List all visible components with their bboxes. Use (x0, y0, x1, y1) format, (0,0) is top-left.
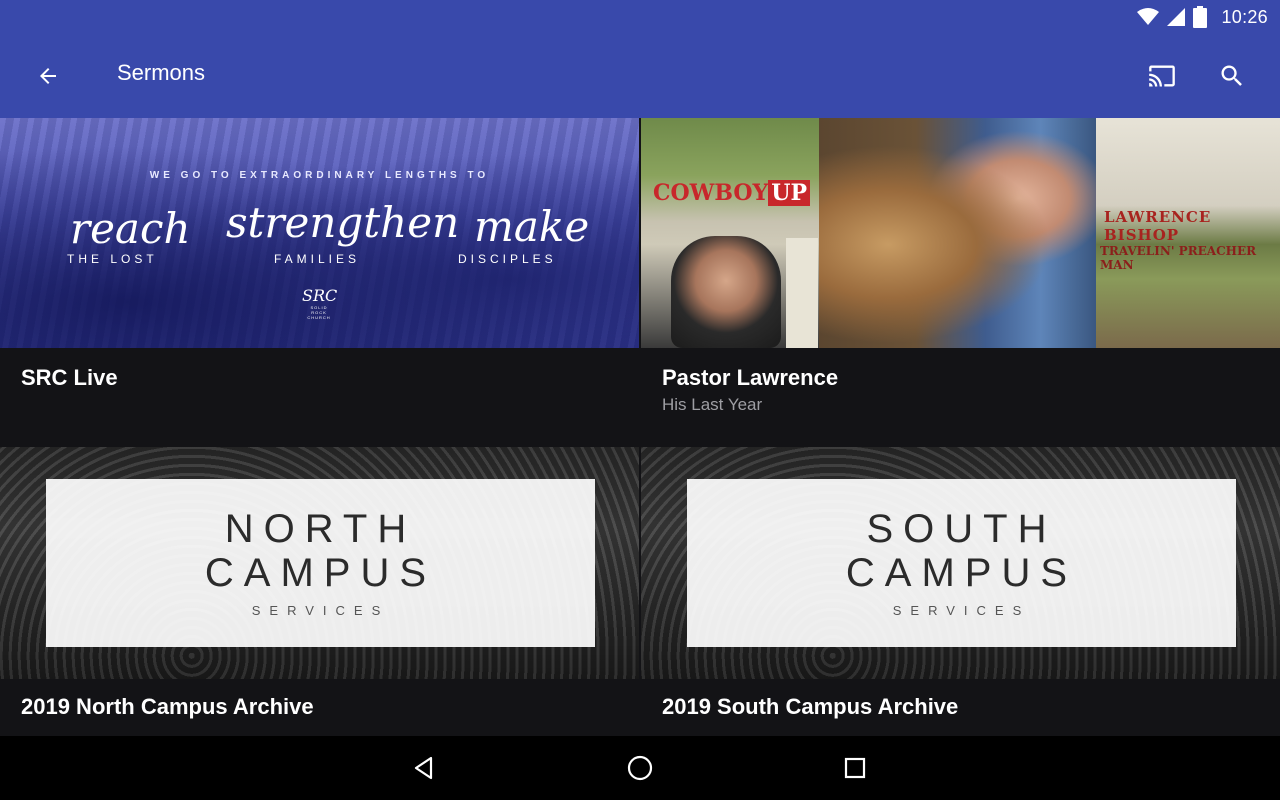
book-cover-lawrence-bishop: LAWRENCE BISHOP TRAVELIN' PREACHER MAN (1096, 118, 1280, 348)
book-title-highlight: UP (768, 180, 810, 206)
battery-icon (1193, 6, 1208, 28)
cast-button[interactable] (1138, 52, 1186, 100)
square-recents-icon (844, 757, 866, 779)
circle-home-icon (627, 755, 653, 781)
north-campus-artwork: NORTH CAMPUS SERVICES (0, 447, 639, 679)
art-tagline: WE GO TO EXTRAORDINARY LENGTHS TO (149, 170, 490, 181)
status-icons: 10:26 (1137, 5, 1268, 29)
campus-word: CAMPUS (845, 551, 1078, 595)
art-word-make: make (474, 202, 590, 251)
campus-services: SERVICES (892, 603, 1031, 618)
status-bar: 10:26 (0, 0, 1280, 34)
book-spine (786, 238, 818, 348)
series-card-src-live[interactable]: WE GO TO EXTRAORDINARY LENGTHS TO reach … (0, 118, 639, 447)
logo-subtext: SOLID ROCK CHURCH (307, 305, 331, 320)
series-card-pastor-lawrence[interactable]: COWBOY UP LAWRENCE BISHOP TRAVELIN' PREAC… (641, 118, 1280, 447)
triangle-back-icon (414, 756, 433, 780)
series-thumbnail: WE GO TO EXTRAORDINARY LENGTHS TO reach … (0, 118, 639, 348)
series-title: 2019 North Campus Archive (21, 694, 314, 719)
app-bar: Sermons (0, 34, 1280, 118)
book-title-word: COWBOY (653, 180, 769, 206)
book-title-2: TRAVELIN' PREACHER MAN (1100, 244, 1257, 272)
portrait-photo (671, 236, 781, 348)
campus-name: NORTH (224, 507, 417, 551)
wifi-icon (1137, 8, 1160, 25)
series-card-south-campus[interactable]: SOUTH CAMPUS SERVICES 2019 South Campus … (641, 447, 1280, 736)
src-artwork: WE GO TO EXTRAORDINARY LENGTHS TO reach … (0, 118, 639, 348)
search-icon (1221, 65, 1242, 86)
art-word-strengthen: strengthen (226, 198, 460, 247)
search-button[interactable] (1208, 52, 1256, 100)
system-nav-bar (0, 736, 1280, 800)
series-thumbnail: SOUTH CAMPUS SERVICES (641, 447, 1280, 679)
art-word-reach: reach (70, 204, 191, 253)
south-campus-artwork: SOUTH CAMPUS SERVICES (641, 447, 1280, 679)
series-title: SRC Live (21, 365, 118, 390)
church-logo: SRC SOLID ROCK CHURCH (302, 286, 338, 320)
book-title: COWBOY UP (653, 180, 810, 206)
series-thumbnail: NORTH CAMPUS SERVICES (0, 447, 639, 679)
series-card-north-campus[interactable]: NORTH CAMPUS SERVICES 2019 North Campus … (0, 447, 639, 736)
campus-services: SERVICES (251, 603, 390, 618)
cast-icon (1149, 65, 1175, 87)
logo-text: SRC (302, 286, 338, 305)
art-sub-disciples: DISCIPLES (458, 252, 557, 266)
cell-signal-icon (1167, 8, 1186, 26)
nav-back-button[interactable] (400, 744, 448, 792)
art-sub-the-lost: THE LOST (67, 252, 158, 266)
nav-home-button[interactable] (616, 744, 664, 792)
campus-word: CAMPUS (204, 551, 437, 595)
series-subtitle: His Last Year (662, 395, 763, 414)
portrait-with-horse (819, 118, 1096, 348)
nav-recents-button[interactable] (831, 744, 879, 792)
series-title: 2019 South Campus Archive (662, 694, 959, 719)
campus-name: SOUTH (866, 507, 1057, 551)
art-sub-families: FAMILIES (274, 252, 361, 266)
status-time: 10:26 (1221, 6, 1268, 27)
campus-title-box: SOUTH CAMPUS SERVICES (687, 479, 1236, 647)
book-author: LAWRENCE BISHOP (1104, 208, 1212, 244)
arrow-back-icon (40, 68, 56, 84)
sermon-grid: WE GO TO EXTRAORDINARY LENGTHS TO reach … (0, 118, 1280, 736)
series-thumbnail: COWBOY UP LAWRENCE BISHOP TRAVELIN' PREAC… (641, 118, 1280, 348)
series-title: Pastor Lawrence (662, 365, 839, 390)
campus-title-box: NORTH CAMPUS SERVICES (46, 479, 595, 647)
pastor-artwork: COWBOY UP LAWRENCE BISHOP TRAVELIN' PREAC… (641, 118, 1280, 348)
book-cover-cowboy-up: COWBOY UP (641, 118, 819, 348)
back-button[interactable] (20, 52, 76, 100)
page-title: Sermons (117, 60, 206, 85)
